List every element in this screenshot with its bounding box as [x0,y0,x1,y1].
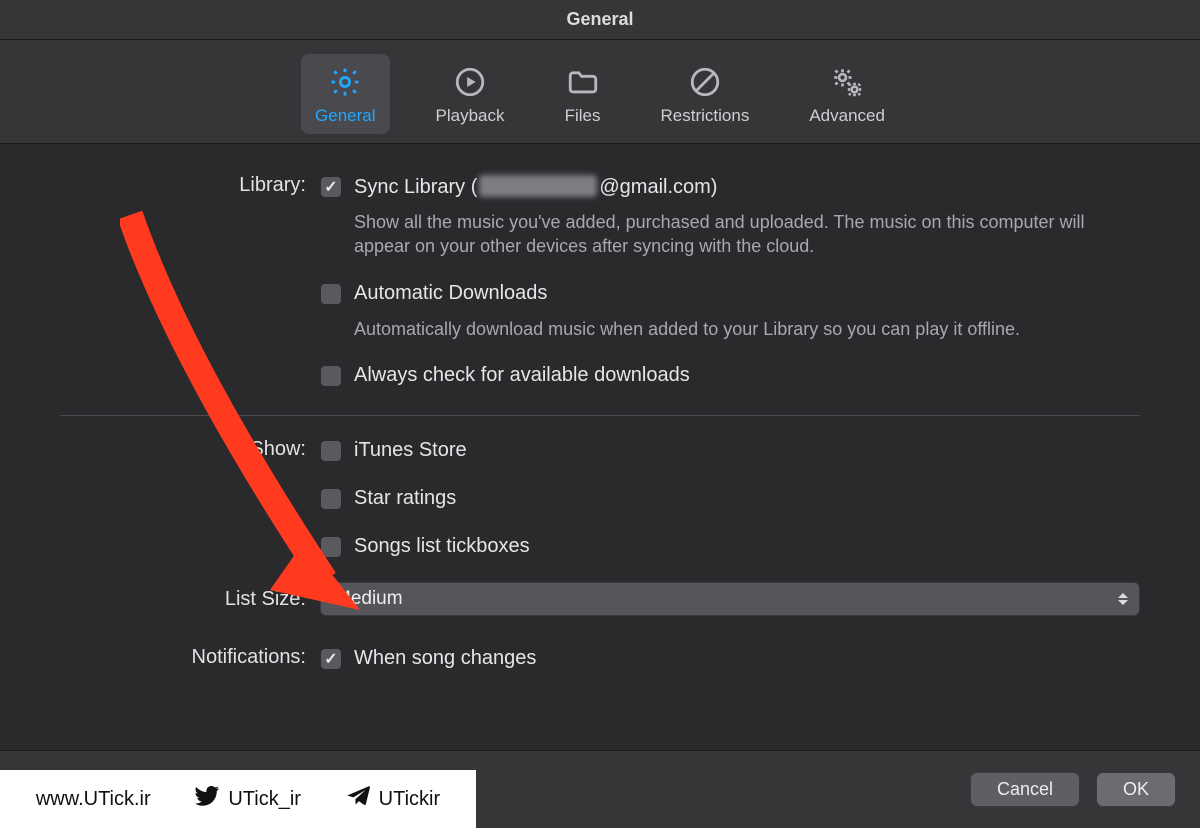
check-downloads-label: Always check for available downloads [354,364,690,387]
watermark-telegram: UTickir [345,783,440,815]
preferences-window: General General Playback [0,0,1200,828]
tab-restrictions[interactable]: Restrictions [647,54,764,134]
watermark-twitter: UTick_ir [194,783,301,815]
automatic-downloads-checkbox[interactable] [320,283,342,305]
itunes-store-label: iTunes Store [354,439,467,462]
tab-general[interactable]: General [301,54,389,134]
telegram-icon [345,783,371,815]
play-circle-icon [452,64,488,100]
folder-icon [565,64,601,100]
library-label: Library: [60,170,320,197]
watermark-strip: www.UTick.ir UTick_ir UTickir [0,770,476,828]
gear-icon [327,64,363,100]
stepper-caret-icon [1115,588,1131,610]
tab-label: Files [565,106,601,126]
list-size-label: List Size: [60,582,320,611]
divider [60,415,1140,416]
library-row: Library: Sync Library (@gmail.com) Show … [60,170,1140,407]
cancel-button[interactable]: Cancel [970,772,1080,807]
sync-library-label: Sync Library (@gmail.com) [354,175,717,199]
star-ratings-label: Star ratings [354,487,456,510]
songs-tickboxes-label: Songs list tickboxes [354,535,530,558]
redacted-username [479,175,597,197]
show-label: Show: [60,434,320,461]
notifications-row: Notifications: When song changes [60,642,1140,676]
tab-files[interactable]: Files [551,54,615,134]
tab-advanced[interactable]: Advanced [795,54,899,134]
show-row: Show: iTunes Store Star ratings Songs li… [60,434,1140,564]
automatic-downloads-desc: Automatically download music when added … [320,315,1140,355]
window-title: General [566,9,633,30]
song-changes-label: When song changes [354,647,536,670]
tab-playback[interactable]: Playback [422,54,519,134]
twitter-icon [194,783,220,815]
automatic-downloads-label: Automatic Downloads [354,282,547,305]
itunes-store-checkbox[interactable] [320,440,342,462]
check-downloads-checkbox[interactable] [320,365,342,387]
tab-label: Restrictions [661,106,750,126]
ok-button[interactable]: OK [1096,772,1176,807]
no-entry-icon [687,64,723,100]
tab-label: General [315,106,375,126]
list-size-select[interactable]: Medium [320,582,1140,616]
tab-label: Playback [436,106,505,126]
sync-library-desc: Show all the music you've added, purchas… [320,208,1140,273]
list-size-row: List Size: Medium [60,582,1140,616]
double-gear-icon [829,64,865,100]
watermark-site: www.UTick.ir [36,788,151,811]
list-size-value: Medium [335,588,403,610]
content-area: Library: Sync Library (@gmail.com) Show … [0,144,1200,750]
notifications-label: Notifications: [60,642,320,669]
songs-tickboxes-checkbox[interactable] [320,536,342,558]
tab-label: Advanced [809,106,885,126]
sync-library-checkbox[interactable] [320,176,342,198]
star-ratings-checkbox[interactable] [320,488,342,510]
toolbar-tabs: General Playback Files [0,40,1200,144]
song-changes-checkbox[interactable] [320,648,342,670]
titlebar: General [0,0,1200,40]
